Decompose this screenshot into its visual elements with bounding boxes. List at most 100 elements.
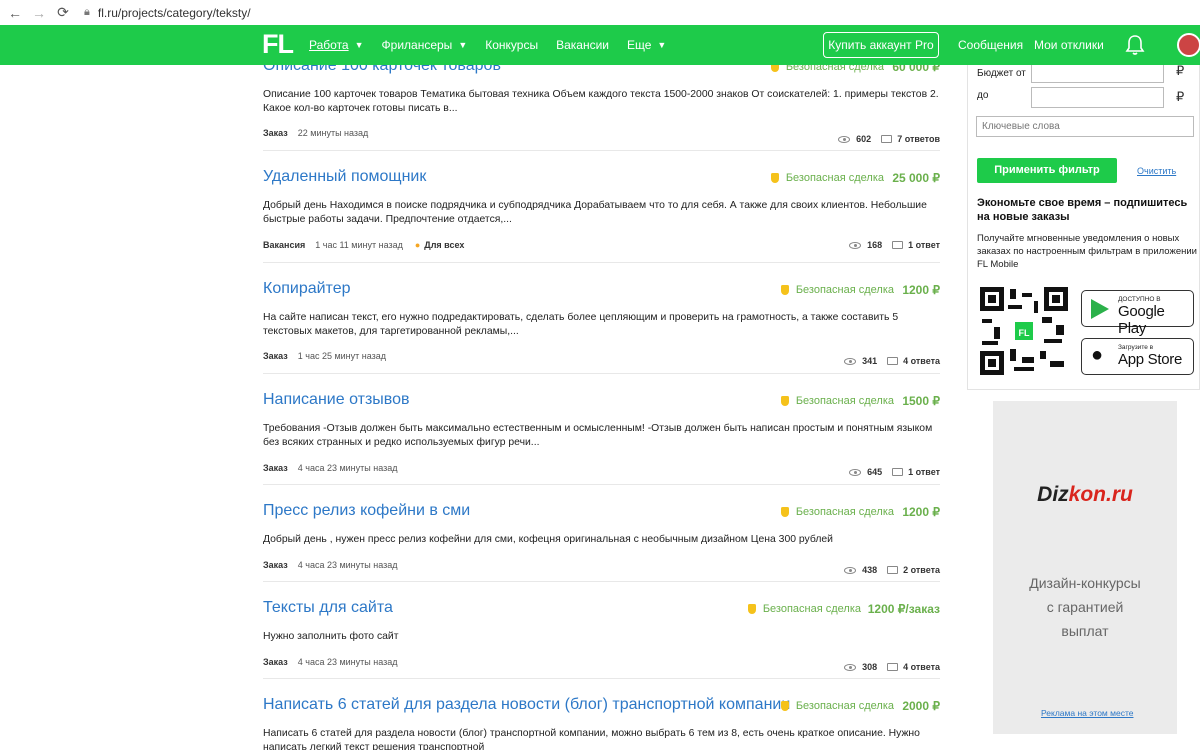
chevron-down-icon: ▼ (354, 40, 364, 50)
reload-icon[interactable]: ⟳ (54, 4, 72, 21)
forward-arrow-icon[interactable]: → (30, 5, 48, 21)
messages-link[interactable]: Сообщения (958, 38, 1023, 52)
ad-placement-link[interactable]: Реклама на этом месте (1041, 708, 1133, 718)
project-card: Написать 6 статей для раздела новости (б… (263, 679, 940, 750)
budget-from-input[interactable] (1031, 65, 1164, 83)
menu-item-contests[interactable]: Конкурсы (485, 38, 538, 52)
comment-icon (881, 135, 893, 143)
project-title[interactable]: Копирайтер (263, 280, 351, 298)
chevron-down-icon: ▼ (657, 40, 667, 50)
project-card: Описание 100 карточек товаров Безопасная… (263, 65, 940, 151)
google-play-icon (1091, 299, 1109, 319)
project-description: Описание 100 карточек товаров Тематика б… (263, 89, 939, 114)
ad-banner[interactable]: Dizkon.ru Дизайн-конкурсы с гарантией вы… (993, 401, 1177, 734)
avatar[interactable] (1177, 33, 1200, 57)
comment-icon (887, 357, 899, 365)
chevron-down-icon: ▼ (458, 40, 468, 50)
menu-item-vacancies[interactable]: Вакансии (556, 38, 609, 52)
safe-deal-badge: Безопасная сделка (780, 284, 894, 296)
ruble-sign: ₽ (1176, 65, 1185, 78)
safe-deal-badge: Безопасная сделка (780, 700, 894, 712)
bell-icon[interactable] (1125, 34, 1145, 56)
answers-count[interactable]: 4 ответа (903, 356, 940, 366)
fl-logo[interactable]: FL (262, 29, 294, 60)
shield-icon (780, 701, 789, 711)
filter-sidebar: Бюджет от ₽ до ₽ Ключевые слова Применит… (967, 65, 1200, 390)
menu-item-more[interactable]: Еще ▼ (627, 38, 666, 52)
clear-filter-link[interactable]: Очистить (1137, 166, 1176, 176)
views-count: 168 (867, 240, 883, 250)
project-price: 1200 ₽ (902, 505, 940, 519)
app-store-button[interactable]: ● Загрузите в App Store (1081, 338, 1194, 375)
project-stats: 438 2 ответа (844, 565, 940, 575)
budget-from-label: Бюджет от (977, 68, 1026, 79)
buy-pro-button[interactable]: Купить аккаунт Pro (823, 32, 939, 58)
eye-icon (844, 663, 857, 671)
browser-toolbar: ← → ⟳ 🔒︎ fl.ru/projects/category/teksty/ (0, 0, 1200, 25)
views-count: 308 (862, 662, 878, 672)
views-count: 645 (867, 467, 883, 477)
safe-deal-badge: Безопасная сделка (770, 65, 884, 73)
shield-icon (780, 285, 789, 295)
eye-icon (844, 357, 857, 365)
project-title[interactable]: Описание 100 карточек товаров (263, 65, 501, 75)
ruble-sign: ₽ (1176, 89, 1185, 104)
main-menu: Работа ▼ Фрилансеры ▼ Конкурсы Вакансии Ещ… (309, 38, 684, 52)
views-count: 438 (862, 565, 878, 575)
qr-code[interactable]: FL (980, 287, 1068, 375)
subscribe-text: Получайте мгновенные уведомления о новых… (977, 233, 1197, 270)
project-card: Копирайтер Безопасная сделка 1200 ₽ На с… (263, 263, 940, 374)
project-stats: 341 4 ответа (844, 356, 940, 366)
project-title[interactable]: Тексты для сайта (263, 599, 393, 617)
comment-icon (887, 663, 899, 671)
answers-count[interactable]: 2 ответа (903, 565, 940, 575)
project-title[interactable]: Написать 6 статей для раздела новости (б… (263, 696, 790, 714)
project-meta: Заказ 4 часа 23 минуты назад (263, 463, 398, 473)
safe-deal-badge: Безопасная сделка (780, 506, 894, 518)
shield-icon (770, 65, 779, 72)
apply-filter-button[interactable]: Применить фильтр (977, 158, 1117, 183)
project-card: Удаленный помощник Безопасная сделка 25 … (263, 151, 940, 263)
paw-icon: ● (414, 240, 421, 250)
answers-count[interactable]: 7 ответов (897, 134, 940, 144)
safe-deal-badge: Безопасная сделка (770, 172, 884, 184)
address-bar[interactable]: fl.ru/projects/category/teksty/ (98, 6, 251, 20)
lock-icon[interactable]: 🔒︎ (84, 6, 90, 19)
comment-icon (892, 468, 904, 476)
project-price: 25 000 ₽ (892, 171, 940, 185)
answers-count[interactable]: 1 ответ (908, 240, 940, 250)
project-stats: 168 1 ответ (849, 240, 940, 250)
budget-to-input[interactable] (1031, 87, 1164, 108)
project-card: Пресс релиз кофейни в сми Безопасная сде… (263, 485, 940, 582)
shield-icon (770, 173, 779, 183)
project-title[interactable]: Удаленный помощник (263, 168, 426, 186)
project-price: 1200 ₽/заказ (867, 602, 940, 616)
project-stats: 308 4 ответа (844, 662, 940, 672)
eye-icon (844, 566, 857, 574)
project-title[interactable]: Написание отзывов (263, 391, 410, 409)
comment-icon (887, 566, 899, 574)
project-stats: 602 7 ответов (838, 134, 940, 144)
project-description: Добрый день , нужен пресс релиз кофейни … (263, 534, 833, 545)
shield-icon (747, 604, 756, 614)
shield-icon (780, 396, 789, 406)
safe-deal-badge: Безопасная сделка (747, 603, 861, 615)
keywords-input[interactable]: Ключевые слова (976, 116, 1194, 137)
my-responses-link[interactable]: Мои отклики (1034, 38, 1104, 52)
back-arrow-icon[interactable]: ← (6, 5, 24, 21)
project-card: Тексты для сайта Безопасная сделка 1200 … (263, 582, 940, 679)
menu-item-work[interactable]: Работа ▼ (309, 38, 364, 52)
menu-item-freelancers[interactable]: Фрилансеры ▼ (382, 38, 468, 52)
answers-count[interactable]: 4 ответа (903, 662, 940, 672)
project-description: На сайте написан текст, его нужно подред… (263, 312, 899, 337)
google-play-button[interactable]: ДОСТУПНО В Google Play (1081, 290, 1194, 337)
project-description: Требования -Отзыв должен быть максимальн… (263, 423, 933, 448)
answers-count[interactable]: 1 ответ (908, 467, 940, 477)
project-price: 1500 ₽ (902, 394, 940, 408)
project-description: Нужно заполнить фото сайт (263, 631, 399, 642)
project-price: 60 000 ₽ (892, 65, 940, 74)
project-title[interactable]: Пресс релиз кофейни в сми (263, 502, 470, 520)
project-price: 2000 ₽ (902, 699, 940, 713)
project-description: Написать 6 статей для раздела новости (б… (263, 728, 920, 750)
shield-icon (780, 507, 789, 517)
